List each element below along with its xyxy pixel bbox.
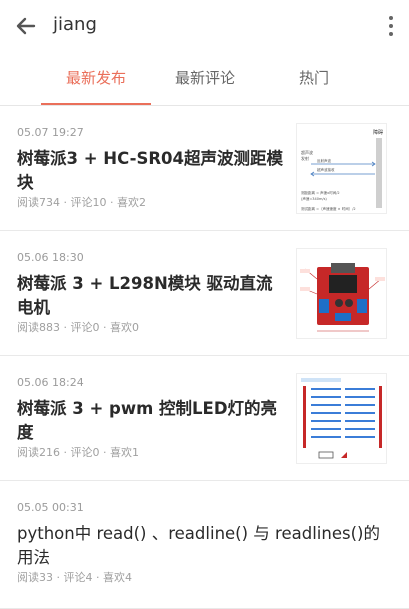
thumb-label: 反射声波 [317,158,331,163]
more-vert-icon[interactable] [387,14,395,36]
article-thumbnail-ultrasonic[interactable]: 障碍 超声波 发射 反射声波 超声波接收 测距距离 = 声速x时间/2 (声速=… [296,123,387,214]
thumb-formula: 测试距离 =（声速速度 × 时间）/2 [301,206,356,211]
search-query[interactable]: jiang [53,13,97,37]
article-item[interactable]: 05.05 00:31 python中 read() 、readline() 与… [0,481,409,609]
article-stats: 阅读33 · 评论4 · 喜欢4 [17,571,132,584]
article-stats: 阅读216 · 评论0 · 喜欢1 [17,446,139,459]
search-header: jiang [0,0,409,52]
tab-latest-published[interactable]: 最新发布 [41,67,151,89]
thumb-label: 超声波 [301,149,313,155]
article-time: 05.06 18:24 [17,376,84,389]
ultrasonic-diagram-image: 障碍 超声波 发射 反射声波 超声波接收 测距距离 = 声速x时间/2 (声速=… [297,124,386,213]
tab-popular[interactable]: 热门 [259,67,369,89]
article-time: 05.05 00:31 [17,501,84,514]
thumb-label: (声速=340m/s) [301,196,327,201]
article-thumbnail-l298n[interactable] [296,248,387,339]
tab-bar: 最新发布 最新评论 热门 [0,52,409,106]
pwm-schematic-image [297,374,386,463]
article-stats: 阅读734 · 评论10 · 喜欢2 [17,196,146,209]
article-list: 05.07 19:27 树莓派3 + HC-SR04超声波测距模块 阅读734 … [0,106,409,609]
article-time: 05.06 18:30 [17,251,84,264]
article-stats: 阅读883 · 评论0 · 喜欢0 [17,321,139,334]
thumb-label: 超声波接收 [317,167,335,172]
article-title[interactable]: python中 read() 、readline() 与 readlines()… [17,522,387,570]
tab-latest-comments[interactable]: 最新评论 [150,67,260,89]
article-thumbnail-pwm[interactable] [296,373,387,464]
article-title[interactable]: 树莓派 3 + pwm 控制LED灯的亮度 [17,397,287,445]
article-item[interactable]: 05.06 18:30 树莓派 3 + L298N模块 驱动直流电机 阅读883… [0,231,409,356]
article-item[interactable]: 05.07 19:27 树莓派3 + HC-SR04超声波测距模块 阅读734 … [0,106,409,231]
thumb-label: 测距距离 = 声速x时间/2 [301,190,340,195]
article-item[interactable]: 05.06 18:24 树莓派 3 + pwm 控制LED灯的亮度 阅读216 … [0,356,409,481]
thumb-label-obstacle: 障碍 [373,129,383,136]
thumb-label: 发射 [301,155,309,161]
active-tab-indicator [41,103,151,105]
article-time: 05.07 19:27 [17,126,84,139]
arrow-left-icon[interactable] [12,12,40,40]
l298n-board-image [297,249,386,338]
article-title[interactable]: 树莓派 3 + L298N模块 驱动直流电机 [17,272,287,320]
article-title[interactable]: 树莓派3 + HC-SR04超声波测距模块 [17,147,287,195]
